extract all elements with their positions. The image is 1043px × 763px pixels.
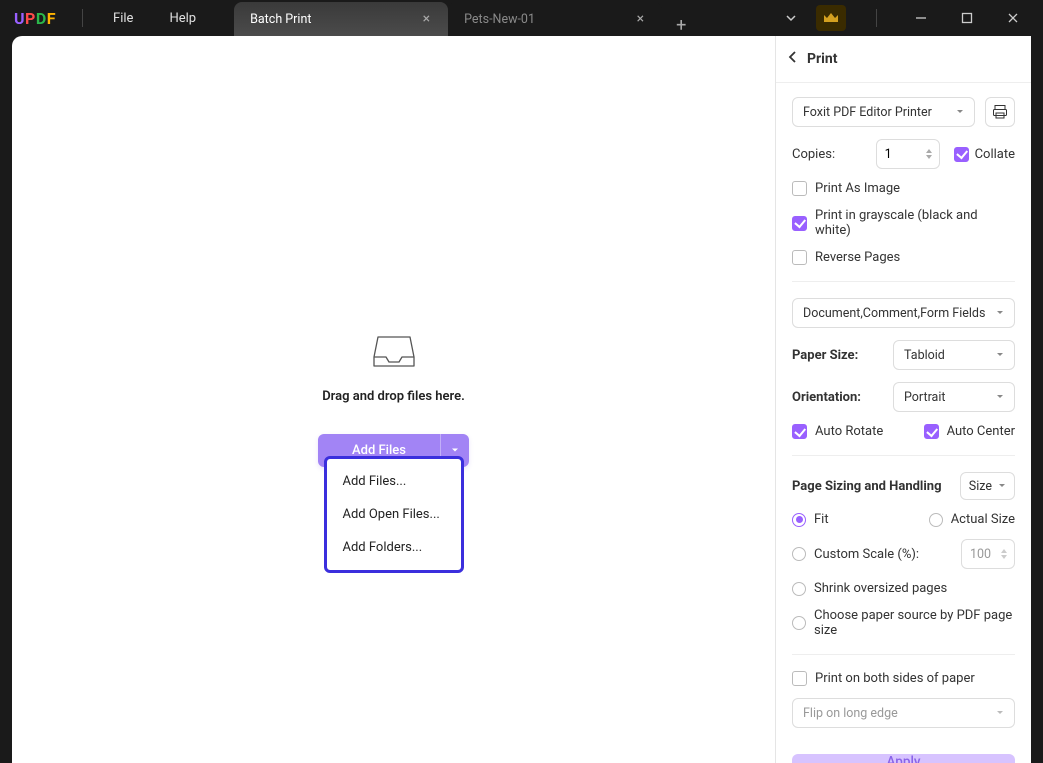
printer-select[interactable]: Foxit PDF Editor Printer bbox=[792, 97, 975, 127]
close-icon[interactable]: × bbox=[421, 11, 432, 27]
print-as-image-checkbox[interactable] bbox=[792, 181, 807, 196]
choose-source-radio[interactable] bbox=[792, 616, 806, 630]
chevron-down-icon bbox=[996, 390, 1004, 405]
premium-icon[interactable] bbox=[816, 5, 846, 31]
print-panel: Print Foxit PDF Editor Printer Copies: bbox=[775, 36, 1031, 763]
shrink-radio[interactable] bbox=[792, 582, 806, 596]
chevron-down-icon bbox=[996, 306, 1004, 321]
chevron-down-icon bbox=[998, 482, 1006, 490]
chevron-down-icon bbox=[996, 348, 1004, 363]
tab-label: Pets-New-01 bbox=[464, 12, 535, 27]
auto-rotate-checkbox[interactable] bbox=[792, 424, 807, 439]
copies-label: Copies: bbox=[792, 147, 835, 162]
grayscale-label: Print in grayscale (black and white) bbox=[815, 208, 1015, 238]
apply-button[interactable]: Apply bbox=[792, 754, 1015, 763]
paper-size-value: Tabloid bbox=[904, 348, 945, 363]
choose-source-label: Choose paper source by PDF page size bbox=[814, 608, 1015, 638]
add-files-dropdown: Add Files... Add Open Files... Add Folde… bbox=[324, 456, 464, 573]
spinner-icon[interactable] bbox=[1000, 542, 1010, 566]
custom-scale-input[interactable] bbox=[961, 539, 1015, 569]
reverse-pages-label: Reverse Pages bbox=[815, 250, 900, 265]
flip-value: Flip on long edge bbox=[803, 706, 898, 721]
reverse-pages-checkbox[interactable] bbox=[792, 250, 807, 265]
separator bbox=[792, 455, 1015, 456]
shrink-label: Shrink oversized pages bbox=[814, 581, 947, 596]
close-button[interactable] bbox=[999, 4, 1027, 32]
duplex-checkbox[interactable] bbox=[792, 671, 807, 686]
orientation-value: Portrait bbox=[904, 390, 946, 405]
custom-scale-label: Custom Scale (%): bbox=[814, 547, 919, 562]
fit-label: Fit bbox=[814, 512, 829, 527]
menu-file[interactable]: File bbox=[95, 11, 151, 26]
spinner-icon[interactable] bbox=[925, 142, 935, 166]
size-dropdown[interactable]: Size bbox=[960, 472, 1015, 500]
print-content-select[interactable]: Document,Comment,Form Fields bbox=[792, 298, 1015, 328]
auto-rotate-label: Auto Rotate bbox=[815, 424, 883, 439]
printer-select-value: Foxit PDF Editor Printer bbox=[803, 105, 932, 120]
minimize-button[interactable] bbox=[907, 4, 935, 32]
chevron-down-icon bbox=[996, 706, 1004, 721]
print-as-image-label: Print As Image bbox=[815, 181, 900, 196]
dropdown-add-folders[interactable]: Add Folders... bbox=[327, 531, 461, 564]
auto-center-checkbox[interactable] bbox=[924, 424, 939, 439]
flip-select[interactable]: Flip on long edge bbox=[792, 698, 1015, 728]
copies-input[interactable] bbox=[876, 139, 940, 169]
tabs-area: Batch Print × Pets-New-01 × + bbox=[234, 0, 700, 36]
back-icon[interactable] bbox=[788, 50, 797, 68]
auto-center-label: Auto Center bbox=[947, 424, 1015, 439]
chevron-down-icon bbox=[956, 105, 964, 120]
separator bbox=[82, 9, 83, 27]
tab-label: Batch Print bbox=[250, 12, 311, 27]
fit-radio[interactable] bbox=[792, 513, 806, 527]
app-logo: UPDF bbox=[8, 9, 70, 28]
app-body: Drag and drop files here. Add Files Add … bbox=[12, 36, 1031, 763]
collate-label: Collate bbox=[975, 147, 1015, 162]
separator bbox=[792, 654, 1015, 655]
main-area: Drag and drop files here. Add Files Add … bbox=[12, 36, 775, 763]
orientation-label: Orientation: bbox=[792, 390, 861, 405]
dropdown-add-files[interactable]: Add Files... bbox=[327, 465, 461, 498]
collate-checkbox[interactable] bbox=[954, 147, 969, 162]
duplex-label: Print on both sides of paper bbox=[815, 671, 975, 686]
menu-help[interactable]: Help bbox=[151, 11, 214, 26]
actual-size-radio[interactable] bbox=[929, 513, 943, 527]
titlebar: UPDF File Help Batch Print × Pets-New-01… bbox=[0, 0, 1043, 36]
inbox-icon bbox=[372, 333, 416, 373]
paper-size-select[interactable]: Tabloid bbox=[893, 340, 1015, 370]
panel-title: Print bbox=[807, 51, 837, 67]
separator bbox=[792, 281, 1015, 282]
title-right bbox=[784, 4, 1035, 32]
dropdown-add-open-files[interactable]: Add Open Files... bbox=[327, 498, 461, 531]
sizing-title: Page Sizing and Handling bbox=[792, 479, 942, 494]
custom-scale-radio[interactable] bbox=[792, 547, 806, 561]
actual-size-label: Actual Size bbox=[951, 512, 1015, 527]
maximize-button[interactable] bbox=[953, 4, 981, 32]
grayscale-checkbox[interactable] bbox=[792, 216, 807, 231]
tab-batch-print[interactable]: Batch Print × bbox=[234, 2, 448, 36]
close-icon[interactable]: × bbox=[635, 11, 646, 27]
printer-properties-button[interactable] bbox=[985, 97, 1015, 127]
print-content-value: Document,Comment,Form Fields bbox=[803, 306, 985, 321]
drop-text: Drag and drop files here. bbox=[322, 389, 465, 404]
orientation-select[interactable]: Portrait bbox=[893, 382, 1015, 412]
size-dropdown-label: Size bbox=[969, 479, 992, 494]
panel-header: Print bbox=[776, 36, 1031, 83]
new-tab-button[interactable]: + bbox=[662, 15, 700, 36]
chevron-down-icon[interactable] bbox=[784, 11, 798, 25]
tab-pets[interactable]: Pets-New-01 × bbox=[448, 2, 662, 36]
separator bbox=[876, 9, 877, 27]
paper-size-label: Paper Size: bbox=[792, 348, 858, 363]
